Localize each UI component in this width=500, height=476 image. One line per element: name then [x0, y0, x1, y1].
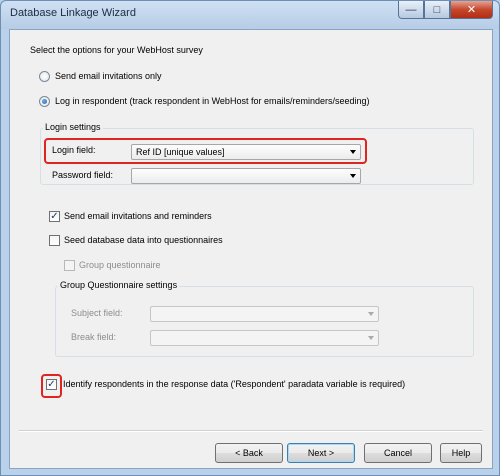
subject-field-select[interactable] [150, 306, 379, 322]
intro-text: Select the options for your WebHost surv… [30, 45, 203, 55]
login-field-label: Login field: [52, 145, 96, 155]
break-field-label: Break field: [71, 332, 117, 342]
subject-field-label: Subject field: [71, 308, 123, 318]
chevron-down-icon [368, 312, 374, 316]
login-respondent-radio[interactable] [39, 96, 50, 107]
login-field-value: Ref ID [unique values] [136, 147, 225, 157]
seed-data-checkbox[interactable] [49, 235, 60, 246]
chevron-down-icon [368, 336, 374, 340]
help-button[interactable]: Help [440, 443, 482, 463]
send-email-checkbox[interactable]: ✓ [49, 211, 60, 222]
minimize-icon: — [405, 3, 417, 16]
checkmark-icon: ✓ [47, 379, 56, 390]
wizard-window: Database Linkage Wizard — □ ✕ Select the… [0, 0, 500, 476]
identify-respondents-label[interactable]: Identify respondents in the response dat… [63, 379, 405, 389]
maximize-button[interactable]: □ [424, 1, 450, 19]
maximize-icon: □ [433, 3, 441, 16]
cancel-button[interactable]: Cancel [364, 443, 432, 463]
group-questionnaire-checkbox[interactable] [64, 260, 75, 271]
chevron-down-icon [350, 174, 356, 178]
email-only-label[interactable]: Send email invitations only [55, 71, 162, 81]
back-button[interactable]: < Back [215, 443, 283, 463]
title-bar[interactable]: Database Linkage Wizard — □ ✕ [1, 1, 499, 29]
break-field-select[interactable] [150, 330, 379, 346]
login-respondent-label[interactable]: Log in respondent (track respondent in W… [55, 96, 370, 106]
group-questionnaire-label[interactable]: Group questionnaire [79, 260, 161, 270]
window-title: Database Linkage Wizard [10, 7, 136, 19]
email-only-radio[interactable] [39, 71, 50, 82]
wizard-body: Select the options for your WebHost surv… [9, 29, 493, 469]
seed-data-label[interactable]: Seed database data into questionnaires [64, 235, 223, 245]
group-settings-title: Group Questionnaire settings [58, 280, 180, 290]
checkmark-icon: ✓ [50, 211, 59, 222]
identify-respondents-checkbox[interactable]: ✓ [46, 379, 57, 390]
password-field-label: Password field: [52, 170, 114, 180]
password-field-select[interactable] [131, 168, 361, 184]
login-field-select[interactable]: Ref ID [unique values] [131, 144, 361, 160]
chevron-down-icon [350, 150, 356, 154]
close-icon: ✕ [466, 4, 477, 16]
close-button[interactable]: ✕ [450, 1, 493, 19]
minimize-button[interactable]: — [398, 1, 424, 19]
button-separator [19, 430, 483, 432]
next-button[interactable]: Next > [287, 443, 355, 463]
login-settings-title: Login settings [43, 122, 103, 132]
send-email-label[interactable]: Send email invitations and reminders [64, 211, 212, 221]
